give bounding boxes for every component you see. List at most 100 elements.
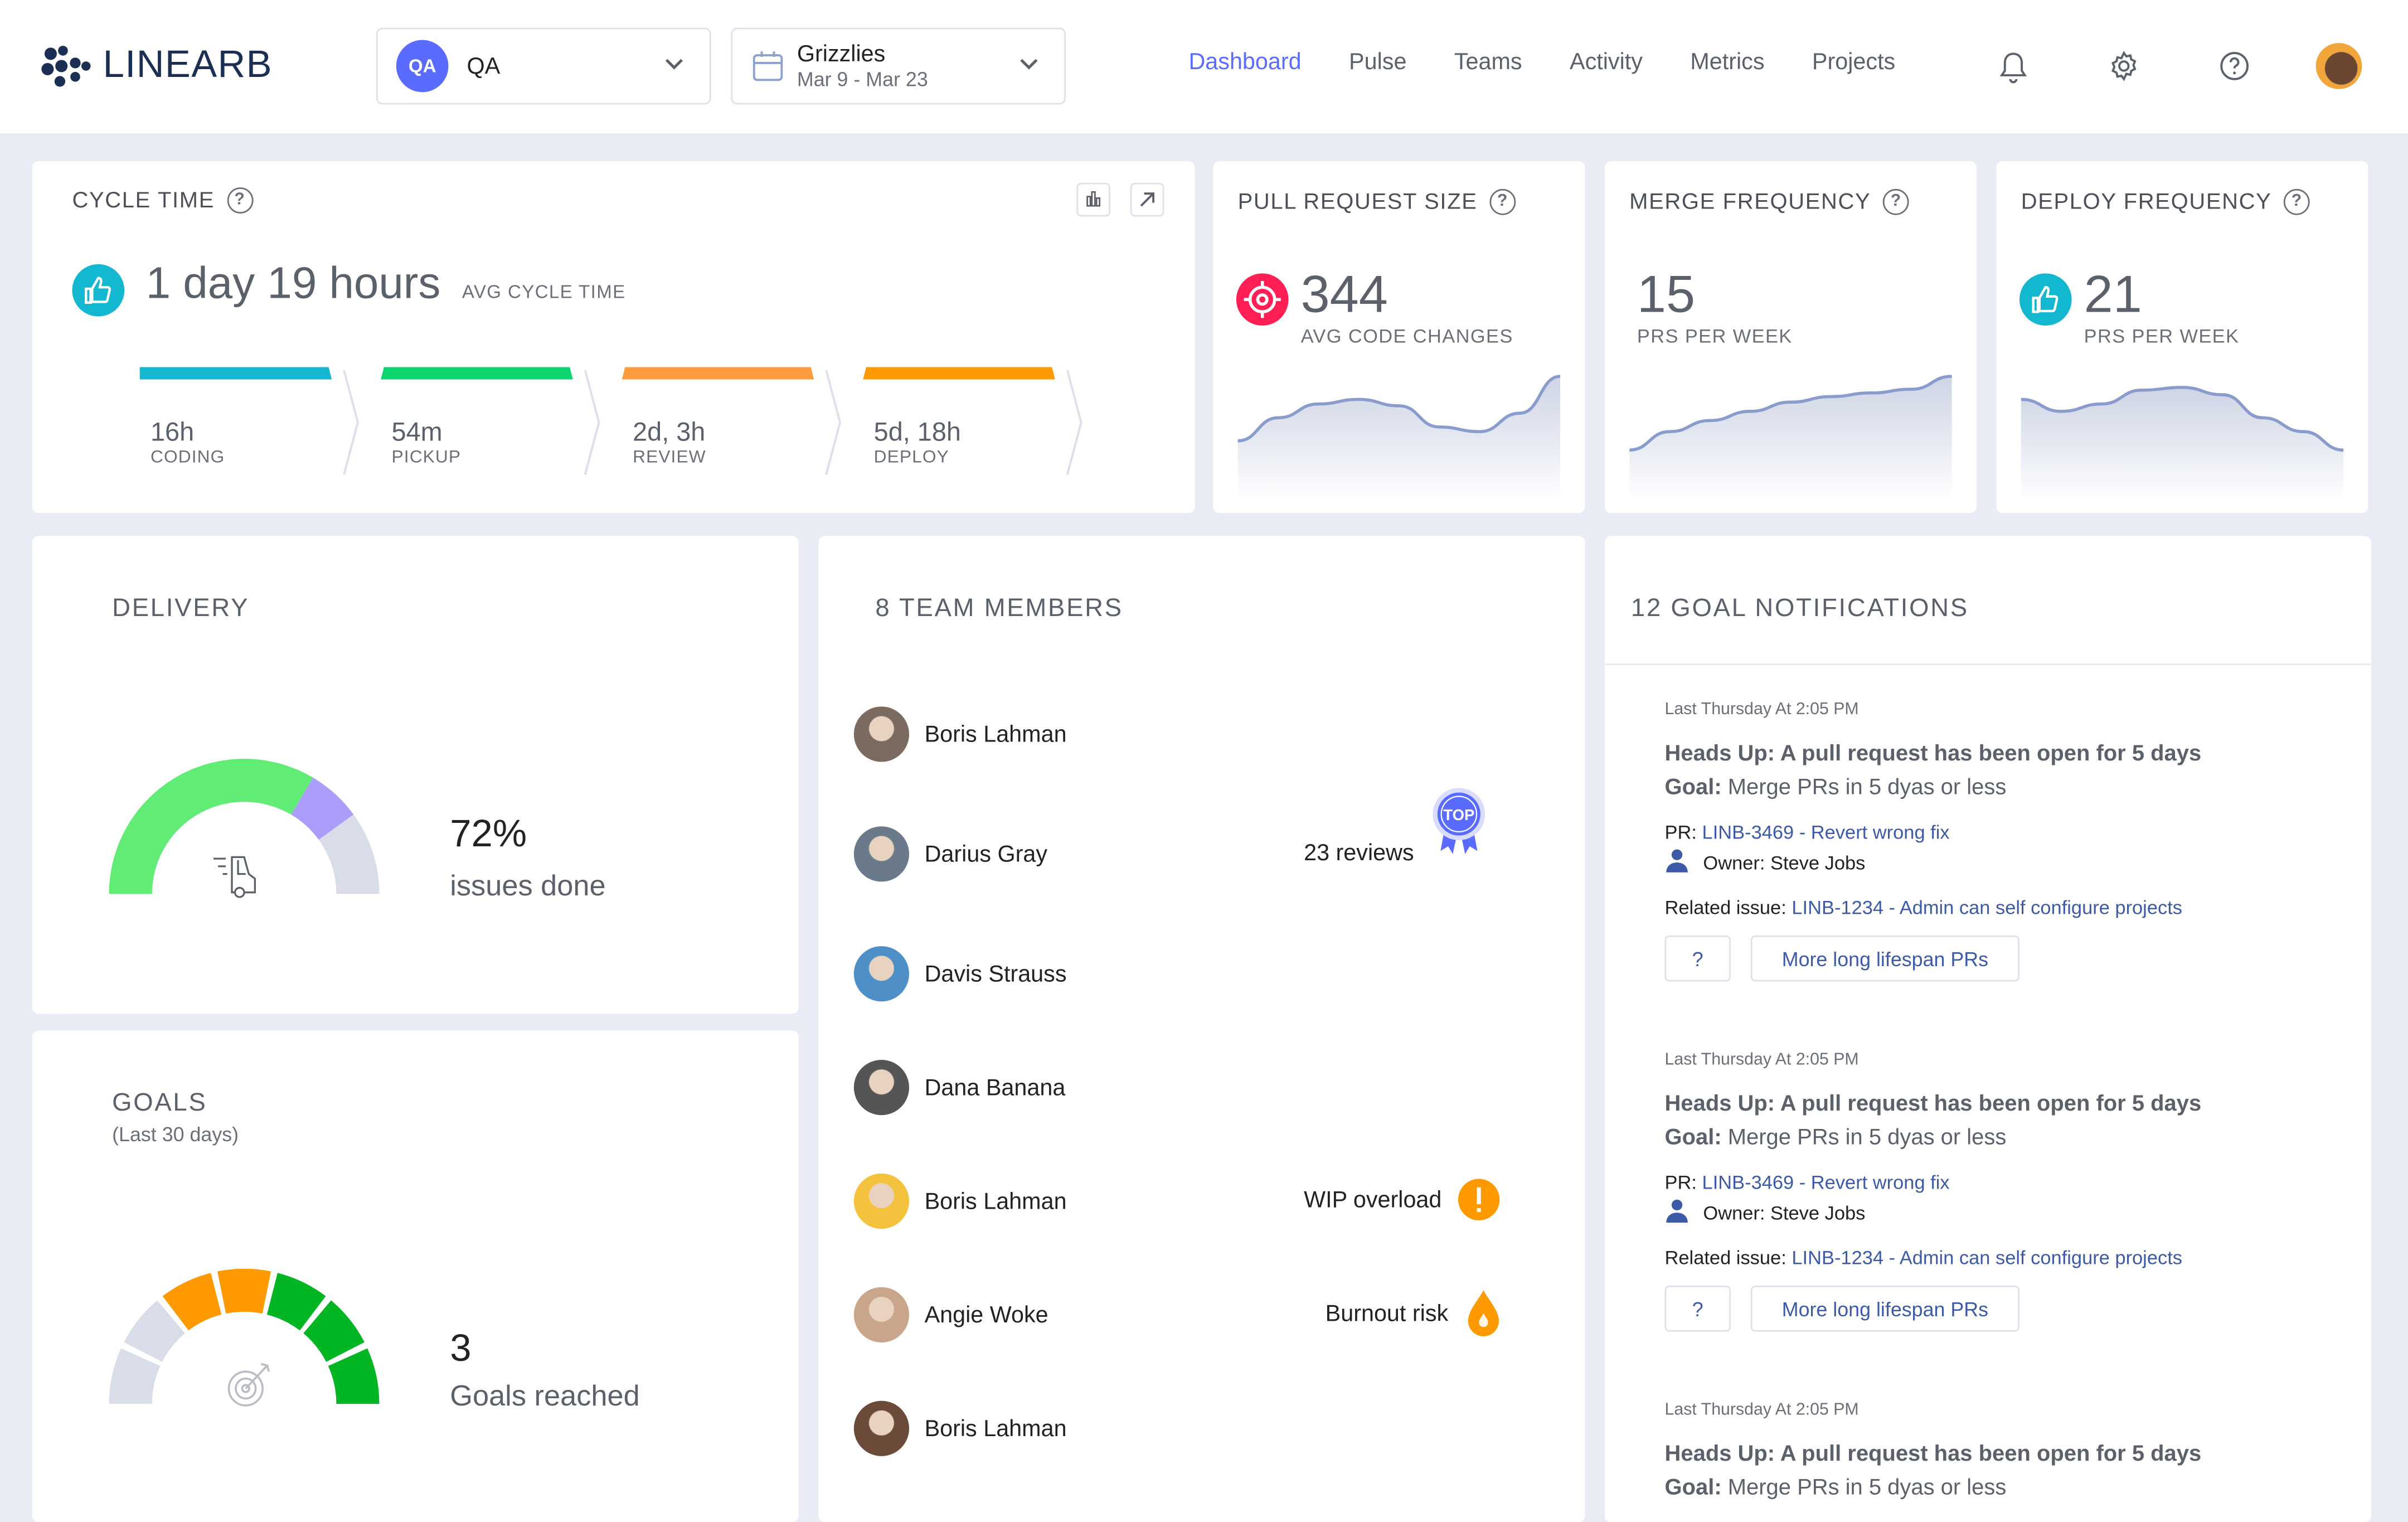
merge-frequency-title: MERGE FREQUENCY? (1629, 188, 1910, 215)
more-long-lifespan-prs-button[interactable]: More long lifespan PRs (1750, 935, 2019, 982)
kpi-value: 21 (2084, 265, 2142, 324)
help-icon[interactable]: ? (2284, 188, 2310, 215)
nav-activity[interactable]: Activity (1570, 49, 1643, 75)
pr-label: PR: (1664, 821, 1697, 844)
notification-item: Last Thursday At 2:05 PM Heads Up: A pull… (1665, 1401, 2326, 1501)
notifications-title: 12 GOAL NOTIFICATIONS (1630, 594, 1969, 622)
help-button[interactable]: ? (1664, 1286, 1731, 1332)
stage-value: 5d, 18h (873, 418, 961, 447)
stage-value: 54m (391, 418, 443, 447)
kpi-caption: PRS PER WEEK (1637, 326, 1793, 347)
help-icon[interactable]: ? (1489, 188, 1516, 215)
target-arrow-icon (227, 1363, 270, 1407)
kpi-caption: AVG CODE CHANGES (1300, 326, 1513, 347)
notification-time: Last Thursday At 2:05 PM (1664, 700, 1859, 719)
drop-icon (1467, 1289, 1501, 1346)
notification-item: Last Thursday At 2:05 PM Heads Up: A pull… (1664, 700, 2326, 982)
nav-projects[interactable]: Projects (1812, 49, 1895, 75)
nav-pulse[interactable]: Pulse (1349, 49, 1406, 75)
pull-request-size-card: PULL REQUEST SIZE? 344 AVG CODE CHANGES (1213, 161, 1585, 513)
nav-dashboard[interactable]: Dashboard (1188, 49, 1301, 75)
stage-separator (825, 370, 842, 475)
arrow-up-right-icon (1140, 192, 1155, 207)
expand-button[interactable] (1130, 182, 1164, 217)
team-member-row[interactable]: Darius Gray (853, 826, 1048, 882)
sparkline-chart (1629, 375, 1952, 500)
member-avatar (853, 1400, 910, 1456)
delivery-card: DELIVERY 72% issues done (32, 536, 799, 1014)
stage-bar-coding (139, 367, 332, 380)
chart-view-button[interactable] (1076, 182, 1110, 217)
team-member-row[interactable]: Dana Banana (853, 1060, 1065, 1116)
warning-icon (1458, 1178, 1501, 1229)
related-issue-link[interactable]: LINB-1234 - Admin can self configure pro… (1792, 897, 2182, 919)
notification-goal: Goal: Merge PRs in 5 dyas or less (1665, 775, 2326, 800)
help-icon[interactable]: ? (1883, 188, 1910, 215)
team-member-row[interactable]: Boris Lahman (853, 706, 1067, 762)
goals-card: GOALS (Last 30 days) 3 Goals reached (32, 1030, 799, 1522)
stage-bar-pickup (381, 367, 573, 380)
notification-headline: Heads Up: A pull request has been open f… (1664, 741, 2202, 767)
team-member-row[interactable]: Angie Woke (853, 1287, 1048, 1342)
member-name: Angie Woke (924, 1301, 1048, 1328)
team-name: Grizzlies (797, 41, 886, 67)
sparkline-area (1629, 376, 1952, 500)
notification-headline: Heads Up: A pull request has been open f… (1664, 1092, 2202, 1117)
notification-pr: PR: LINB-3469 - Revert wrong fix (1665, 822, 2326, 844)
goal-segment (217, 1268, 271, 1314)
date-range-select[interactable]: Grizzlies Mar 9 - Mar 23 (731, 27, 1066, 105)
user-icon (1665, 1198, 1690, 1227)
delivery-percent: 72% (450, 812, 527, 856)
member-avatar (853, 946, 910, 1002)
notification-time: Last Thursday At 2:05 PM (1664, 1400, 1859, 1419)
main-nav: Dashboard Pulse Teams Activity Metrics P… (1188, 49, 1895, 75)
more-long-lifespan-prs-button[interactable]: More long lifespan PRs (1750, 1286, 2019, 1332)
kpi-caption: PRS PER WEEK (2084, 326, 2240, 347)
help-icon[interactable] (2219, 51, 2250, 81)
team-member-row[interactable]: Boris Lahman (853, 1173, 1067, 1229)
stage-separator (1066, 370, 1082, 475)
chevron-down-icon (1020, 59, 1038, 70)
team-select[interactable]: QA QA (376, 27, 711, 105)
date-range: Mar 9 - Mar 23 (797, 66, 928, 90)
member-name: Darius Gray (924, 841, 1048, 867)
member-badge-text: 23 reviews (1304, 840, 1414, 866)
notification-goal: Goal: Merge PRs in 5 dyas or less (1665, 1476, 2326, 1501)
pr-link[interactable]: LINB-3469 - Revert wrong fix (1702, 822, 1950, 844)
member-avatar (853, 1060, 910, 1116)
notification-related-issue: Related issue: LINB-1234 - Admin can sel… (1665, 1247, 2326, 1269)
gear-icon[interactable] (2109, 51, 2139, 81)
goal-text: Merge PRs in 5 dyas or less (1727, 775, 2007, 801)
user-avatar[interactable] (2315, 43, 2362, 89)
help-button[interactable]: ? (1664, 935, 1731, 982)
bell-icon[interactable] (1998, 51, 2028, 85)
linearb-logo[interactable]: LINEARB (38, 43, 273, 88)
team-member-row[interactable]: Davis Strauss (853, 946, 1067, 1002)
member-avatar (853, 826, 910, 882)
pr-link[interactable]: LINB-3469 - Revert wrong fix (1702, 1172, 1950, 1194)
team-member-row[interactable]: Boris Lahman (853, 1400, 1067, 1456)
owner-text: Owner: Steve Jobs (1703, 851, 1866, 874)
goal-label: Goal: (1664, 1476, 1722, 1501)
member-avatar (853, 1287, 910, 1342)
goal-text: Merge PRs in 5 dyas or less (1727, 1126, 2007, 1151)
deploy-frequency-title: DEPLOY FREQUENCY? (2021, 188, 2310, 215)
kpi-value: 344 (1300, 265, 1388, 324)
cycle-time-value: 1 day 19 hours (145, 259, 441, 309)
nav-teams[interactable]: Teams (1454, 49, 1522, 75)
goal-notifications-card: 12 GOAL NOTIFICATIONS (1605, 536, 2371, 1522)
team-select-label: QA (467, 53, 501, 79)
cycle-time-title-text: CYCLE TIME (72, 188, 215, 213)
member-badge-text: WIP overload (1304, 1187, 1442, 1214)
sparkline-chart (2021, 386, 2344, 500)
owner-text: Owner: Steve Jobs (1703, 1201, 1866, 1224)
related-issue-link[interactable]: LINB-1234 - Admin can self configure pro… (1792, 1247, 2182, 1269)
goals-value: 3 (450, 1327, 472, 1370)
nav-metrics[interactable]: Metrics (1690, 49, 1764, 75)
stage-bar-review (622, 367, 814, 380)
pull-request-size-title: PULL REQUEST SIZE? (1238, 188, 1516, 215)
help-icon[interactable]: ? (227, 187, 253, 214)
member-name: Boris Lahman (924, 1415, 1067, 1442)
merge-frequency-card: MERGE FREQUENCY? 15 PRS PER WEEK (1605, 161, 1977, 513)
stage-label: DEPLOY (873, 448, 949, 467)
